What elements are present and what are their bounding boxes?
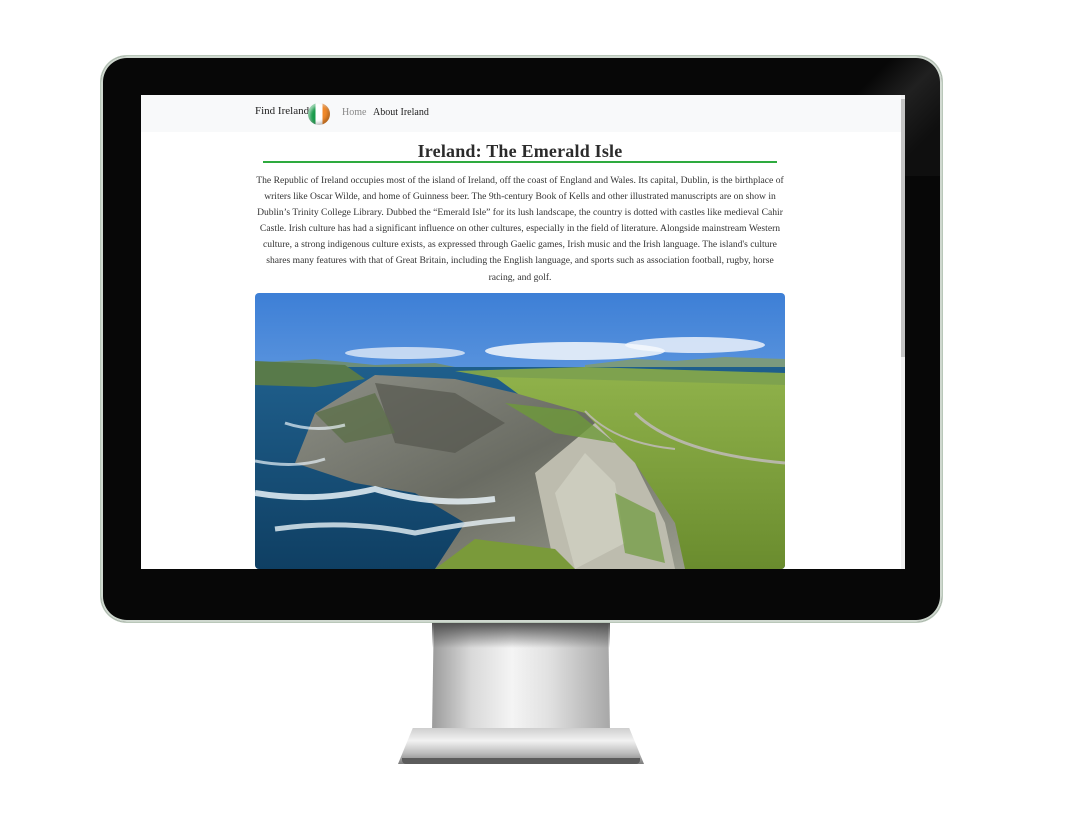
nav-link-home[interactable]: Home bbox=[342, 107, 366, 118]
brand-link[interactable]: Find Ireland bbox=[255, 105, 309, 117]
navbar: Find Ireland Home About Ireland bbox=[141, 95, 905, 132]
browser-screen: Find Ireland Home About Ireland Ireland:… bbox=[141, 95, 905, 569]
nav-link-about-ireland[interactable]: About Ireland bbox=[373, 107, 429, 118]
monitor-stand-base-edge bbox=[402, 758, 640, 764]
monitor-stand-shadow bbox=[432, 622, 610, 648]
cliffs-landscape-photo bbox=[255, 293, 785, 569]
page-title: Ireland: The Emerald Isle bbox=[417, 141, 623, 161]
intro-paragraph: The Republic of Ireland occupies most of… bbox=[256, 175, 784, 283]
page-scrollbar[interactable] bbox=[901, 95, 905, 569]
title-underline bbox=[263, 161, 777, 163]
scrollbar-thumb[interactable] bbox=[901, 99, 905, 357]
ireland-flag-icon bbox=[308, 103, 330, 125]
